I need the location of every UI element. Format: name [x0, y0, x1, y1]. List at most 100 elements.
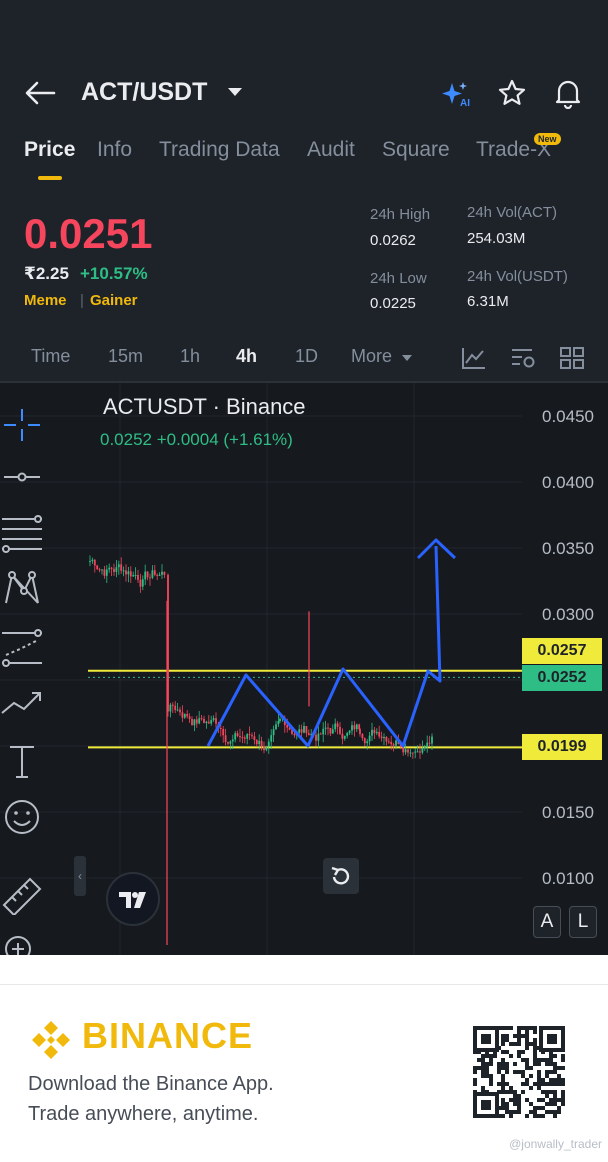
auto-scale-button[interactable]: A: [533, 906, 561, 938]
zoom-in-icon[interactable]: [0, 933, 44, 955]
projection-icon[interactable]: [0, 627, 44, 667]
qr-module: [533, 1082, 537, 1086]
qr-module: [501, 1082, 505, 1086]
tf-time[interactable]: Time: [31, 346, 70, 367]
trend-icon[interactable]: [0, 683, 44, 723]
candle-body: [156, 574, 159, 576]
ai-sparkle-icon[interactable]: AI: [440, 80, 472, 108]
qr-module: [473, 1070, 477, 1074]
candle-body: [105, 569, 108, 576]
chart-settings-icon[interactable]: [510, 346, 536, 370]
tab-trading-data[interactable]: Trading Data: [159, 138, 280, 162]
qr-module: [525, 1038, 529, 1042]
tag-meme[interactable]: Meme: [24, 292, 67, 309]
candle-body: [300, 729, 303, 733]
candle-body: [141, 579, 144, 587]
tab-square[interactable]: Square: [382, 138, 450, 162]
tab-audit[interactable]: Audit: [307, 138, 355, 162]
tf-1d[interactable]: 1D: [295, 346, 318, 367]
pair-title[interactable]: ACT/USDT: [81, 78, 207, 107]
collapse-toolbar-icon[interactable]: ‹: [74, 856, 86, 896]
qr-module: [533, 1058, 537, 1062]
candle-body: [363, 738, 366, 744]
pair-dropdown-icon[interactable]: [228, 88, 242, 96]
low-value: 0.0225: [370, 295, 416, 312]
tf-4h[interactable]: 4h: [236, 346, 257, 367]
qr-module: [557, 1074, 561, 1078]
qr-module: [525, 1034, 529, 1038]
qr-module: [509, 1042, 513, 1046]
candle-body: [129, 571, 132, 577]
candlestick-chart[interactable]: [0, 383, 608, 955]
qr-module: [545, 1062, 549, 1066]
bell-icon[interactable]: [553, 77, 583, 109]
qr-module: [489, 1078, 493, 1082]
qr-module: [525, 1058, 529, 1062]
candle-body: [251, 735, 253, 737]
qr-module: [501, 1078, 505, 1082]
price-axis-label: 0.0300: [542, 605, 594, 624]
qr-module: [509, 1090, 513, 1094]
vol-usdt-value: 6.31M: [467, 293, 509, 310]
tab-info[interactable]: Info: [97, 138, 132, 162]
star-icon[interactable]: [497, 78, 527, 108]
chart-area[interactable]: ACTUSDT · Binance 0.0252 +0.0004 (+1.61%…: [0, 383, 608, 955]
candle-body: [392, 744, 395, 746]
qr-module: [553, 1090, 557, 1094]
text-tool-icon[interactable]: [0, 741, 44, 781]
grid-layout-icon[interactable]: [559, 346, 585, 370]
level-tag-0199: 0.0199: [522, 734, 602, 760]
qr-module: [553, 1094, 557, 1098]
candle-body: [319, 733, 322, 735]
tab-price[interactable]: Price: [24, 138, 75, 162]
horizontal-line-icon[interactable]: [0, 457, 44, 497]
indicator-icon[interactable]: [461, 346, 487, 370]
candle-body: [239, 736, 241, 738]
candle-body: [431, 736, 433, 744]
emoji-icon[interactable]: [0, 797, 44, 837]
candle-body: [205, 721, 208, 724]
qr-module: [517, 1102, 521, 1106]
qr-module: [501, 1090, 505, 1094]
qr-module: [521, 1082, 525, 1086]
qr-module: [529, 1074, 533, 1078]
new-badge: New: [534, 133, 561, 145]
tradingview-logo[interactable]: [106, 872, 160, 926]
qr-module: [521, 1034, 525, 1038]
tf-more[interactable]: More: [351, 346, 392, 367]
price-change-pct: +10.57%: [80, 264, 148, 283]
qr-module: [537, 1082, 541, 1086]
qr-module: [561, 1098, 565, 1102]
tag-gainer[interactable]: Gainer: [90, 292, 138, 309]
crosshair-icon[interactable]: [0, 405, 44, 445]
fib-lines-icon[interactable]: [0, 513, 44, 553]
tf-1h[interactable]: 1h: [180, 346, 200, 367]
qr-module: [549, 1062, 553, 1066]
candle-body: [293, 733, 296, 736]
candle-body: [210, 720, 213, 724]
qr-module: [513, 1090, 517, 1094]
tf-15m[interactable]: 15m: [108, 346, 143, 367]
reset-chart-button[interactable]: [323, 858, 359, 894]
back-arrow-icon[interactable]: [24, 80, 56, 106]
candle-body: [288, 727, 291, 730]
vol-usdt-label: 24h Vol(USDT): [467, 268, 568, 285]
qr-module: [517, 1106, 521, 1110]
ruler-icon[interactable]: [0, 875, 44, 915]
log-scale-button[interactable]: L: [569, 906, 597, 938]
pattern-icon[interactable]: [0, 569, 44, 609]
tradingview-icon: [119, 892, 146, 908]
qr-module: [473, 1078, 477, 1082]
qr-module: [545, 1094, 549, 1098]
candle-body: [113, 568, 115, 572]
qr-module: [541, 1078, 545, 1082]
candle-body: [275, 724, 277, 730]
qr-module: [501, 1026, 505, 1030]
qr-module: [529, 1042, 533, 1046]
candle-body: [348, 730, 351, 733]
qr-module: [505, 1102, 509, 1106]
candle-body: [426, 742, 429, 748]
candle-body: [331, 729, 334, 734]
qr-module: [521, 1050, 525, 1054]
qr-module: [545, 1058, 549, 1062]
